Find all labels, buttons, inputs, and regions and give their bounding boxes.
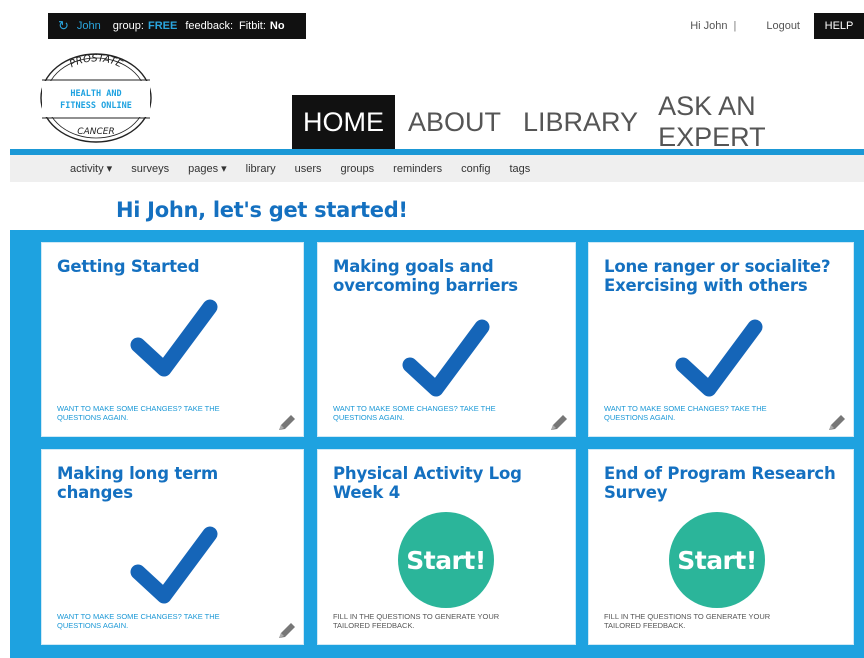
checkmark-icon [402,319,490,397]
nav-ask-an-expert[interactable]: ASK AN EXPERT [648,91,864,152]
account-links: Hi John | Logout HELP [690,13,864,39]
subnav-surveys[interactable]: surveys [131,163,169,175]
card-note: WANT TO MAKE SOME CHANGES? TAKE THE QUES… [333,404,496,422]
subnav-library[interactable]: library [246,163,276,175]
module-card-long-term-changes[interactable]: Making long term changes WANT TO MAKE SO… [41,449,304,645]
svg-text:PROSTATE: PROSTATE [68,53,125,70]
account-greeting: Hi John [690,20,728,32]
logo-line1: HEALTH AND [70,89,121,99]
fitbit-value: No [269,20,285,32]
card-title: Physical Activity Log Week 4 [333,464,522,502]
status-username[interactable]: John [77,20,101,32]
card-title: Getting Started [57,257,200,276]
checkmark-icon [130,299,218,377]
start-button[interactable]: Start! [669,512,765,608]
admin-subnav: activity ▾ surveys pages ▾ library users… [10,155,864,182]
module-card-getting-started[interactable]: Getting Started WANT TO MAKE SOME CHANGE… [41,242,304,437]
checkmark-icon [675,319,763,397]
help-button[interactable]: HELP [814,13,864,39]
logo-bottom-text: CANCER [77,127,114,137]
card-title: End of Program Research Survey [604,464,836,502]
sync-icon[interactable]: ↻ [58,18,69,34]
subnav-activity[interactable]: activity ▾ [70,162,112,175]
card-note: FILL IN THE QUESTIONS TO GENERATE YOUR T… [333,612,500,630]
subnav-users[interactable]: users [295,163,322,175]
group-label: group: [112,20,144,32]
module-card-activity-log[interactable]: Physical Activity Log Week 4 Start! FILL… [317,449,576,645]
pencil-icon[interactable] [548,413,570,433]
module-card-making-goals[interactable]: Making goals and overcoming barriers WAN… [317,242,576,437]
subnav-tags[interactable]: tags [509,163,530,175]
logout-link[interactable]: Logout [766,20,800,32]
group-value: FREE [147,20,178,32]
card-note: FILL IN THE QUESTIONS TO GENERATE YOUR T… [604,612,771,630]
subnav-pages[interactable]: pages ▾ [188,162,227,175]
pencil-icon[interactable] [276,621,298,641]
page-title: Hi John, let's get started! [116,198,408,222]
feedback-label: feedback: [185,20,234,32]
fitbit-label: Fitbit: [239,20,266,32]
start-button[interactable]: Start! [398,512,494,608]
nav-library[interactable]: LIBRARY [513,95,648,149]
user-status-bar: ↻ John group: FREE feedback: Fitbit: No [48,13,306,39]
pencil-icon[interactable] [276,413,298,433]
nav-home[interactable]: HOME [292,95,395,149]
site-logo[interactable]: PROSTATE HEALTH AND FITNESS ONLINE CANCE… [36,46,156,146]
logo-line2: FITNESS ONLINE [60,101,132,111]
main-navigation: HOME ABOUT LIBRARY ASK AN EXPERT [292,91,864,152]
module-grid: Getting Started WANT TO MAKE SOME CHANGE… [10,230,864,658]
subnav-config[interactable]: config [461,163,490,175]
card-note: WANT TO MAKE SOME CHANGES? TAKE THE QUES… [604,404,767,422]
card-note: WANT TO MAKE SOME CHANGES? TAKE THE QUES… [57,612,220,630]
card-title: Lone ranger or socialite? Exercising wit… [604,257,831,295]
module-card-lone-ranger[interactable]: Lone ranger or socialite? Exercising wit… [588,242,854,437]
pencil-icon[interactable] [826,413,848,433]
card-title: Making goals and overcoming barriers [333,257,518,295]
checkmark-icon [130,526,218,604]
subnav-reminders[interactable]: reminders [393,163,442,175]
card-note: WANT TO MAKE SOME CHANGES? TAKE THE QUES… [57,404,220,422]
subnav-groups[interactable]: groups [341,163,375,175]
account-separator: | [733,20,737,32]
logo-top-text: PROSTATE [68,53,125,70]
card-title: Making long term changes [57,464,218,502]
nav-about[interactable]: ABOUT [398,95,511,149]
module-card-research-survey[interactable]: End of Program Research Survey Start! FI… [588,449,854,645]
